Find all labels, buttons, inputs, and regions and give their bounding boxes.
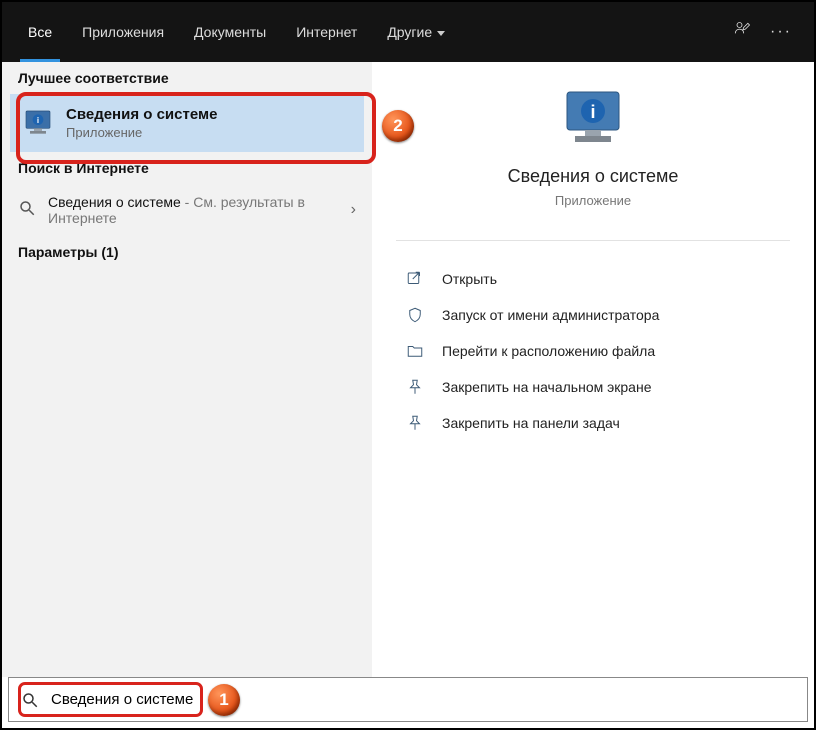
open-icon [404, 270, 426, 288]
search-bar[interactable] [8, 677, 808, 722]
search-icon [18, 199, 36, 222]
feedback-icon[interactable] [732, 20, 752, 45]
web-search-text: Сведения о системе - См. результаты в Ин… [48, 194, 343, 226]
action-run-admin[interactable]: Запуск от имени администратора [396, 297, 790, 333]
action-list: Открыть Запуск от имени администратора П… [372, 261, 814, 441]
folder-icon [404, 342, 426, 360]
svg-text:i: i [590, 102, 595, 122]
pin-taskbar-icon [404, 414, 426, 432]
tab-all[interactable]: Все [18, 16, 62, 48]
more-icon[interactable]: ··· [770, 23, 792, 41]
web-search-header: Поиск в Интернете [2, 152, 372, 184]
action-open[interactable]: Открыть [396, 261, 790, 297]
svg-text:i: i [37, 116, 39, 125]
action-pin-taskbar-label: Закрепить на панели задач [442, 415, 620, 431]
tab-other[interactable]: Другие [377, 16, 455, 48]
preview-title: Сведения о системе [396, 166, 790, 187]
tab-apps[interactable]: Приложения [72, 16, 174, 48]
top-tab-bar: Все Приложения Документы Интернет Другие… [2, 2, 814, 62]
chevron-right-icon[interactable]: › [351, 201, 356, 219]
web-search-item[interactable]: Сведения о системе - См. результаты в Ин… [2, 184, 372, 236]
pin-start-icon [404, 378, 426, 396]
tab-documents[interactable]: Документы [184, 16, 276, 48]
web-search-name: Сведения о системе [48, 194, 181, 210]
best-match-item[interactable]: i Сведения о системе Приложение [10, 94, 364, 152]
search-input[interactable] [51, 691, 795, 708]
best-match-sub: Приложение [66, 125, 217, 140]
action-admin-label: Запуск от имени администратора [442, 307, 659, 323]
search-icon [21, 691, 39, 709]
action-pin-start-label: Закрепить на начальном экране [442, 379, 652, 395]
action-open-location[interactable]: Перейти к расположению файла [396, 333, 790, 369]
divider [396, 240, 790, 241]
settings-header[interactable]: Параметры (1) [2, 236, 372, 268]
action-open-label: Открыть [442, 271, 497, 287]
action-goto-label: Перейти к расположению файла [442, 343, 655, 359]
tab-other-label: Другие [387, 24, 432, 40]
results-panel: Лучшее соответствие i Сведения о системе… [2, 62, 372, 677]
best-match-title: Сведения о системе [66, 106, 217, 123]
action-pin-start[interactable]: Закрепить на начальном экране [396, 369, 790, 405]
chevron-down-icon [437, 31, 445, 36]
preview-panel: i Сведения о системе Приложение Открыть … [372, 62, 814, 677]
tab-internet[interactable]: Интернет [286, 16, 367, 48]
best-match-header: Лучшее соответствие [2, 62, 372, 94]
preview-app-icon: i [561, 86, 625, 150]
system-info-icon: i [22, 107, 54, 139]
admin-icon [404, 306, 426, 324]
preview-sub: Приложение [396, 193, 790, 208]
action-pin-taskbar[interactable]: Закрепить на панели задач [396, 405, 790, 441]
